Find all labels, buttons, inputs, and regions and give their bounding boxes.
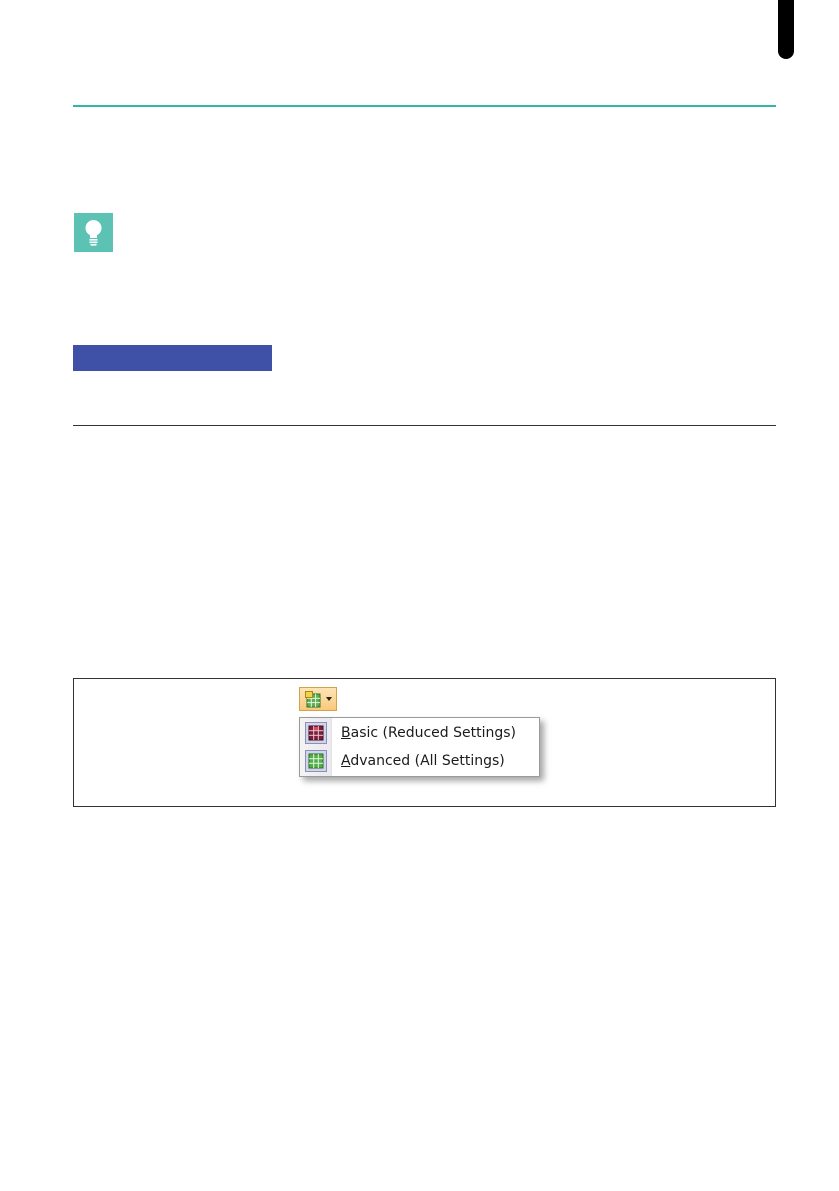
section-divider <box>73 425 776 426</box>
section-divider-teal <box>73 105 776 107</box>
menu-item-advanced[interactable]: Advanced (All Settings) <box>301 748 538 775</box>
access-key-b: B <box>341 725 351 741</box>
menu-item-basic-label: Basic (Reduced Settings) <box>341 725 516 741</box>
chevron-down-icon[interactable] <box>326 697 332 701</box>
page-edge-marker <box>778 0 794 59</box>
settings-mode-dropdown-button[interactable] <box>299 687 337 711</box>
lightbulb-icon <box>74 213 113 252</box>
menu-item-advanced-text: dvanced (All Settings) <box>350 753 505 769</box>
settings-mode-menu: Basic (Reduced Settings) Advanced (All S… <box>299 717 540 777</box>
menu-item-basic-text: asic (Reduced Settings) <box>350 725 516 741</box>
menu-item-basic[interactable]: Basic (Reduced Settings) <box>301 720 538 747</box>
basic-grid-icon <box>305 722 327 744</box>
figure-frame: Basic (Reduced Settings) Advanced (All S… <box>73 678 776 807</box>
grid-settings-icon <box>305 691 323 708</box>
section-label-bar <box>73 345 272 371</box>
advanced-grid-icon <box>305 750 327 772</box>
access-key-a: A <box>341 753 351 769</box>
menu-item-advanced-label: Advanced (All Settings) <box>341 753 505 769</box>
